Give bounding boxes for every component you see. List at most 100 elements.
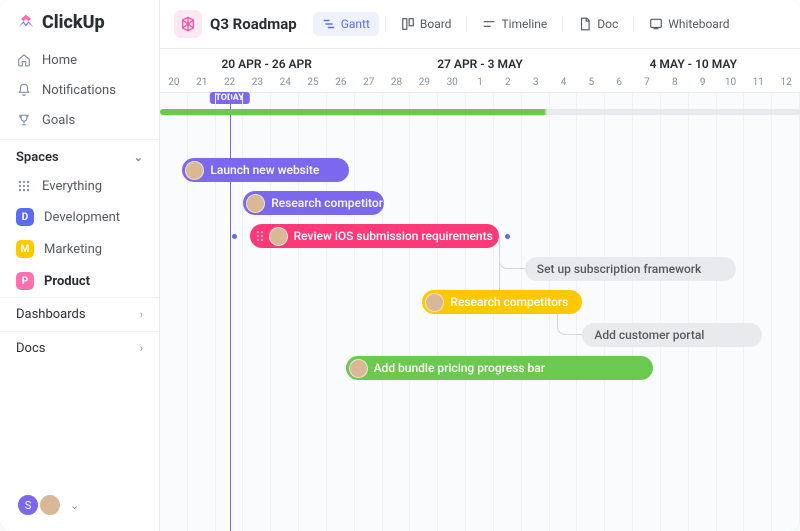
task-label: Set up subscription framework [537, 262, 702, 276]
tab-gantt[interactable]: Gantt [313, 12, 379, 36]
connector-dot[interactable] [505, 234, 510, 239]
tab-board-label: Board [420, 17, 452, 31]
gantt-task[interactable]: Research competitors [243, 191, 384, 215]
day-label: 24 [271, 75, 299, 90]
tab-doc-label: Doc [597, 17, 618, 31]
day-label: 30 [438, 75, 466, 90]
space-badge: M [16, 240, 34, 258]
nav-goals-label: Goals [42, 113, 75, 128]
chevron-right-icon: › [140, 308, 143, 321]
gantt-icon [322, 17, 336, 31]
timeline-icon [482, 17, 496, 31]
chevron-down-icon: ⌄ [134, 151, 143, 164]
board-icon [401, 17, 415, 31]
divider [562, 16, 563, 32]
spaces-heading[interactable]: Spaces ⌄ [0, 139, 159, 171]
avatar: S [16, 493, 40, 517]
chevron-down-icon: ⌄ [70, 499, 79, 512]
brand-logo[interactable]: ClickUp [0, 0, 159, 41]
day-label: 9 [689, 75, 717, 90]
divider [385, 16, 386, 32]
day-label: 29 [410, 75, 438, 90]
tab-whiteboard-label: Whiteboard [668, 17, 729, 31]
gantt-task[interactable]: Review iOS submission requirements [250, 224, 500, 248]
user-avatars[interactable]: S ⌄ [0, 493, 159, 531]
tab-whiteboard[interactable]: Whiteboard [640, 12, 738, 36]
day-label: 11 [744, 75, 772, 90]
assignee-avatar [425, 293, 444, 312]
day-label: 8 [661, 75, 689, 90]
clickup-icon [16, 13, 36, 33]
tab-timeline-label: Timeline [501, 17, 547, 31]
nav-dashboards-label: Dashboards [16, 307, 86, 322]
day-label: 27 [355, 75, 383, 90]
tab-timeline[interactable]: Timeline [473, 12, 556, 36]
day-label: 1 [466, 75, 494, 90]
grid-icon [16, 178, 32, 194]
spaces-heading-label: Spaces [16, 150, 59, 165]
day-label: 4 [550, 75, 578, 90]
day-label: 2 [494, 75, 522, 90]
day-label: 5 [577, 75, 605, 90]
drag-handle-icon[interactable] [253, 231, 263, 241]
day-label: 28 [383, 75, 411, 90]
connector-dot[interactable] [232, 234, 237, 239]
space-label: Marketing [44, 242, 102, 257]
day-label: 26 [327, 75, 355, 90]
nav-everything-label: Everything [42, 179, 102, 194]
space-badge: D [16, 208, 34, 226]
sidebar-space-marketing[interactable]: M Marketing [0, 233, 159, 265]
gantt-task[interactable]: Add bundle pricing progress bar [346, 356, 653, 380]
brand-text: ClickUp [42, 12, 105, 33]
assignee-avatar [185, 161, 204, 180]
page-badge-icon [174, 10, 202, 38]
tab-board[interactable]: Board [392, 12, 461, 36]
gantt-task[interactable]: Launch new website [182, 158, 348, 182]
nav-docs-label: Docs [16, 341, 45, 356]
bell-icon [16, 82, 32, 98]
assignee-avatar [246, 194, 265, 213]
day-label: 20 [160, 75, 188, 90]
gantt-task[interactable]: Set up subscription framework [525, 257, 736, 281]
nav-docs[interactable]: Docs › [0, 331, 159, 365]
nav-dashboards[interactable]: Dashboards › [0, 297, 159, 331]
nav-goals[interactable]: Goals [0, 105, 159, 135]
avatar [38, 493, 62, 517]
gantt-task[interactable]: Research competitors [422, 290, 582, 314]
day-label: 21 [188, 75, 216, 90]
day-label: 3 [522, 75, 550, 90]
task-label: Research competitors [271, 196, 389, 210]
nav-home[interactable]: Home [0, 45, 159, 75]
topbar: Q3 Roadmap Gantt Board Timeline [160, 0, 800, 49]
day-label: 22 [216, 75, 244, 90]
chevron-right-icon: › [140, 342, 143, 355]
gantt-body[interactable]: Launch new websiteResearch competitorsRe… [160, 93, 800, 531]
nav-home-label: Home [42, 53, 77, 68]
assignee-avatar [269, 227, 288, 246]
progress-bar [160, 109, 800, 115]
trophy-icon [16, 112, 32, 128]
sidebar-space-product[interactable]: PProduct [0, 265, 159, 297]
divider [466, 16, 467, 32]
nav-notifications[interactable]: Notifications [0, 75, 159, 105]
day-label: 12 [772, 75, 800, 90]
tab-doc[interactable]: Doc [569, 12, 627, 36]
task-label: Add bundle pricing progress bar [374, 361, 545, 375]
day-label: 7 [633, 75, 661, 90]
day-label: 23 [243, 75, 271, 90]
whiteboard-icon [649, 17, 663, 31]
page-title: Q3 Roadmap [210, 15, 297, 33]
space-label: Development [44, 210, 120, 225]
task-label: Research competitors [450, 295, 568, 309]
divider [633, 16, 634, 32]
nav-everything[interactable]: Everything [0, 171, 159, 201]
sidebar-space-development[interactable]: D Development [0, 201, 159, 233]
home-icon [16, 52, 32, 68]
view-tabs: Gantt Board Timeline Doc [313, 12, 739, 36]
tab-gantt-label: Gantt [341, 17, 370, 31]
gantt-header: 20 APR - 26 APR27 APR - 3 MAY4 MAY - 10 … [160, 49, 800, 93]
main-content: Q3 Roadmap Gantt Board Timeline [160, 0, 800, 531]
sidebar: ClickUp Home Notifications Goals Spaces … [0, 0, 160, 531]
gantt-task[interactable]: Add customer portal [582, 323, 761, 347]
space-badge: P [16, 272, 34, 290]
